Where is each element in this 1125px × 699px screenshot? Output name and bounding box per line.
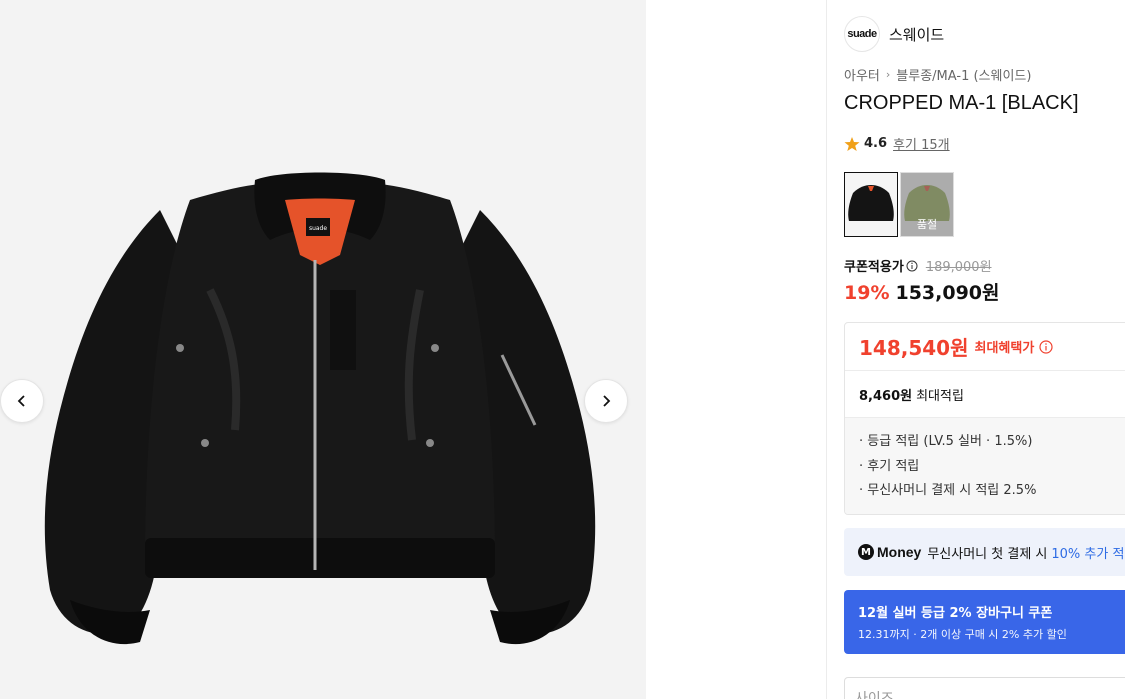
breadcrumb: 아우터 › 블루종/MA-1 (스웨이드) (844, 65, 1031, 84)
rating-score: 4.6 (864, 136, 888, 151)
max-points-row: 8,460원 최대적립 (845, 371, 1125, 418)
size-select[interactable]: 사이즈 (844, 677, 1125, 699)
list-item: · 후기 적립 (859, 458, 920, 474)
max-benefit-price: 148,540원 (859, 336, 969, 360)
cart-coupon-banner[interactable]: 12월 실버 등급 2% 장바구니 쿠폰 12.31까지 · 2개 이상 구매 … (844, 590, 1125, 654)
musinsa-money-banner[interactable]: M Money 무신사머니 첫 결제 시 10% 추가 적 (844, 528, 1125, 576)
breadcrumb-item-outer[interactable]: 아우터 (844, 65, 880, 84)
chevron-right-icon (603, 395, 611, 407)
breadcrumb-separator-icon: › (885, 68, 891, 81)
color-swatches: 품절 (844, 172, 956, 237)
info-icon[interactable] (906, 260, 918, 272)
max-points-value: 8,460원 (859, 388, 913, 404)
product-image-gallery: suade (0, 0, 646, 699)
max-benefit-row[interactable]: 148,540원 최대혜택가 (845, 323, 1125, 371)
list-item: · 등급 적립 (LV.5 실버 · 1.5%) (859, 434, 1033, 449)
product-info-panel: suade 스웨이드 아우터 › 블루종/MA-1 (스웨이드) CROPPED… (844, 0, 1125, 699)
jacket-label-text: suade (309, 225, 327, 232)
swatch-black[interactable] (844, 172, 898, 237)
coupon-banner-title: 12월 실버 등급 2% 장바구니 쿠폰 (858, 606, 1053, 621)
money-m-icon: M (858, 544, 874, 560)
product-image: suade (44, 172, 596, 645)
soldout-label: 품절 (916, 218, 938, 231)
money-wordmark: Money (877, 544, 922, 560)
coupon-banner-subtitle: 12.31까지 · 2개 이상 구매 시 2% 추가 할인 (858, 628, 1067, 641)
discount-rate: 19% (844, 282, 890, 304)
prev-image-button[interactable] (0, 379, 44, 423)
info-icon[interactable] (1039, 339, 1053, 354)
panel-divider (826, 0, 827, 699)
coupon-price-label: 쿠폰적용가 (844, 260, 904, 275)
brand-name: 스웨이드 (889, 25, 945, 44)
original-price: 189,000원 (925, 260, 992, 275)
list-item: · 무신사머니 결제 시 적립 2.5% (859, 483, 1037, 498)
star-icon (844, 136, 860, 151)
rating-summary: 4.6 후기 15개 (844, 134, 950, 153)
max-points-label: 최대적립 (916, 388, 964, 404)
coupon-price-row: 쿠폰적용가 189,000원 (844, 256, 992, 275)
points-breakdown-list: · 등급 적립 (LV.5 실버 · 1.5%) · 후기 적립 · 무신사머니… (845, 418, 1125, 514)
brand-logo: suade (844, 16, 880, 52)
breadcrumb-item-blouson[interactable]: 블루종/MA-1 (스웨이드) (896, 65, 1031, 84)
chevron-left-icon (17, 395, 25, 407)
swatch-olive[interactable]: 품절 (900, 172, 954, 237)
max-benefit-label: 최대혜택가 (974, 341, 1035, 356)
review-count-link[interactable]: 후기 15개 (893, 134, 950, 153)
money-banner-highlight: 10% 추가 적 (1051, 546, 1125, 562)
money-banner-text: 무신사머니 첫 결제 시 (927, 546, 1048, 562)
swatch-black-thumbnail (845, 173, 897, 236)
benefit-box: 148,540원 최대혜택가 8,460원 최대적립 · 등급 적립 (LV.5… (844, 322, 1125, 515)
price-row: 19% 153,090원 (844, 278, 1000, 305)
sale-price: 153,090원 (895, 282, 1000, 304)
brand-link[interactable]: suade 스웨이드 (844, 16, 944, 52)
next-image-button[interactable] (584, 379, 628, 423)
product-title: CROPPED MA-1 [BLACK] (844, 92, 1079, 114)
